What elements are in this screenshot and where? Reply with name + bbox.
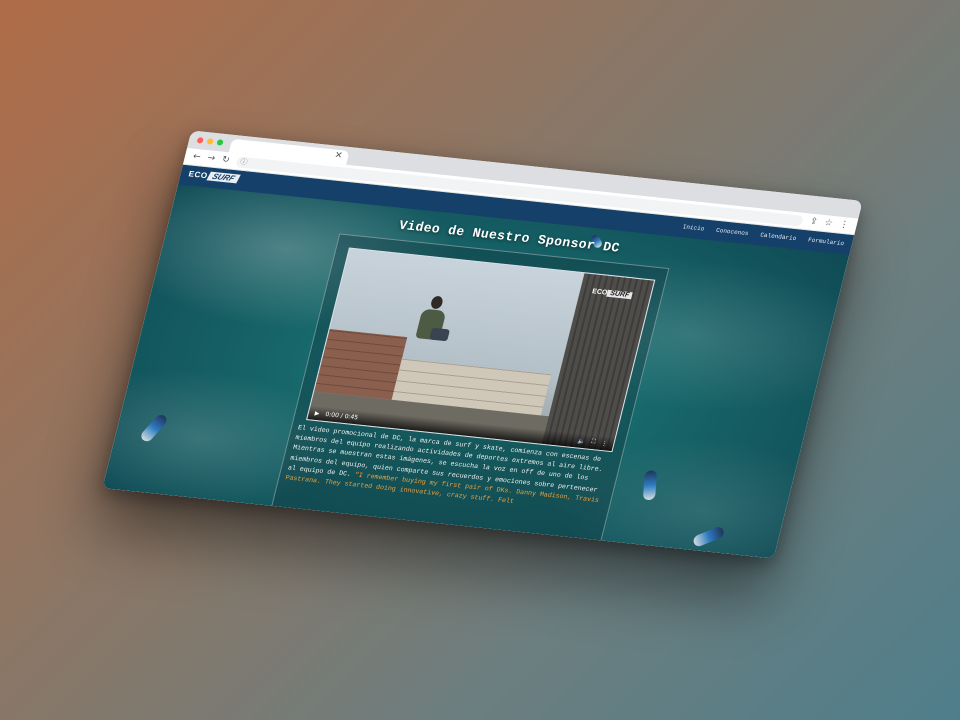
close-window-button[interactable] <box>196 137 204 144</box>
kebab-menu-icon[interactable]: ⋮ <box>838 220 849 231</box>
nav-link-formulario[interactable]: Formulario <box>807 237 845 248</box>
close-icon[interactable]: ✕ <box>333 151 343 162</box>
surfer-decoration <box>692 525 726 549</box>
volume-icon[interactable]: 🔈 <box>577 437 586 445</box>
logo-surf-text: SURF <box>206 171 241 184</box>
play-icon[interactable]: ▶ <box>314 409 320 416</box>
content-panel: ECO SURF ▶ 0:00 / 0:45 🔈 ⛶ ⋮ El video pr… <box>267 233 670 555</box>
fullscreen-icon[interactable]: ⛶ <box>590 438 596 446</box>
video-frame-person-legs <box>429 327 451 342</box>
website-viewport: ECO SURF Inicio Conocenos Calendario For… <box>102 164 855 559</box>
lock-icon: ⓘ <box>239 157 249 167</box>
nav-link-conocenos[interactable]: Conocenos <box>715 227 749 237</box>
site-logo[interactable]: ECO SURF <box>187 169 241 184</box>
surfer-decoration <box>138 412 170 444</box>
minimize-window-button[interactable] <box>206 138 214 145</box>
nav-link-calendario[interactable]: Calendario <box>759 232 797 243</box>
maximize-window-button[interactable] <box>216 139 224 146</box>
share-icon[interactable]: ⇪ <box>809 217 819 228</box>
browser-window: ✕ ← → ↻ ⓘ ⇪ ☆ ⋮ ECO SURF Inicio Conoceno… <box>102 130 863 559</box>
logo-eco-text: ECO <box>187 169 209 181</box>
star-icon[interactable]: ☆ <box>823 218 833 229</box>
arrow-left-icon[interactable]: ← <box>192 152 202 163</box>
backdrop: ✕ ← → ↻ ⓘ ⇪ ☆ ⋮ ECO SURF Inicio Conoceno… <box>0 0 960 720</box>
video-time: 0:00 / 0:45 <box>324 410 359 421</box>
video-player[interactable]: ECO SURF ▶ 0:00 / 0:45 🔈 ⛶ ⋮ <box>306 247 656 453</box>
surfer-decoration <box>642 470 658 501</box>
reload-icon[interactable]: ↻ <box>221 155 231 166</box>
kebab-menu-icon[interactable]: ⋮ <box>600 440 608 447</box>
nav-link-inicio[interactable]: Inicio <box>682 223 705 232</box>
arrow-right-icon[interactable]: → <box>206 153 216 164</box>
